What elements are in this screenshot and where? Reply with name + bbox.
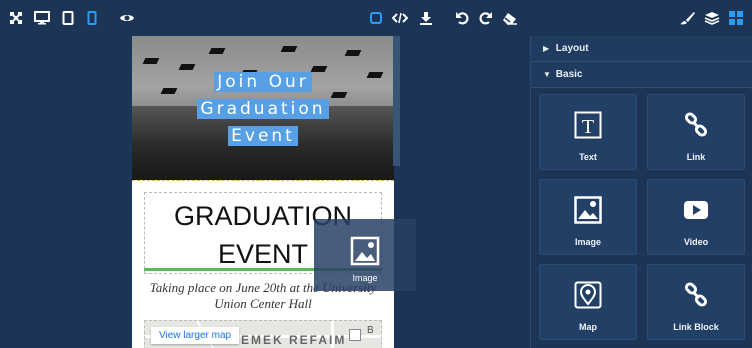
hero-title-line-2: Graduation (197, 99, 329, 119)
map-edge-letter: B (367, 325, 374, 336)
block-text[interactable]: T Text (539, 94, 637, 170)
top-toolbar (0, 0, 752, 36)
category-layout-label: Layout (555, 43, 589, 54)
preview-eye-icon[interactable] (117, 8, 137, 28)
code-icon[interactable] (390, 8, 410, 28)
map-pin-icon (573, 280, 603, 310)
image-icon (350, 236, 380, 271)
block-link-label: Link (686, 152, 706, 162)
hero-title[interactable]: Join Our Graduation Event (192, 69, 334, 150)
page-frame[interactable]: Join Our Graduation Event GRADUATION EVE… (132, 36, 394, 348)
svg-text:T: T (582, 116, 594, 138)
map-square-marker (349, 329, 361, 341)
event-description-line-2: Union Center Hall (214, 296, 312, 311)
block-map-label: Map (579, 322, 597, 332)
download-icon[interactable] (416, 8, 436, 28)
blocks-panel: ▶ Layout ▼ Basic T Text Link Image Video… (530, 36, 752, 348)
tablet-icon[interactable] (58, 8, 78, 28)
block-map[interactable]: Map (539, 264, 637, 340)
map-place-name: EMEK REFAIM (241, 333, 347, 347)
mobile-icon[interactable] (82, 8, 102, 28)
video-icon (681, 195, 711, 225)
category-basic-label: Basic (555, 69, 583, 80)
image-icon (573, 195, 603, 225)
block-video-label: Video (683, 237, 709, 247)
caret-right-icon: ▶ (543, 44, 550, 53)
layers-icon[interactable] (702, 8, 722, 28)
block-link-block[interactable]: Link Block (647, 264, 745, 340)
desktop-icon[interactable] (32, 8, 52, 28)
embedded-map[interactable]: View larger map EMEK REFAIM B (144, 320, 382, 348)
caret-down-icon: ▼ (543, 70, 551, 79)
hero-title-line-1: Join Our (214, 72, 312, 92)
redo-icon[interactable] (476, 8, 496, 28)
dragging-image-label: Image (352, 273, 378, 283)
block-image[interactable]: Image (539, 179, 637, 255)
undo-icon[interactable] (452, 8, 472, 28)
canvas-scrollbar[interactable] (393, 36, 400, 166)
category-basic[interactable]: ▼ Basic (531, 62, 752, 88)
eraser-icon[interactable] (500, 8, 520, 28)
dragging-image-block[interactable]: Image (314, 219, 416, 291)
block-link[interactable]: Link (647, 94, 745, 170)
style-brush-icon[interactable] (677, 8, 697, 28)
fullscreen-icon[interactable] (6, 8, 26, 28)
block-link-block-label: Link Block (673, 322, 719, 332)
text-icon: T (573, 110, 603, 140)
block-text-label: Text (579, 152, 597, 162)
link-icon (681, 110, 711, 140)
link-block-icon (681, 280, 711, 310)
editor-canvas[interactable]: Join Our Graduation Event GRADUATION EVE… (0, 36, 530, 348)
component-outline-icon[interactable] (366, 8, 386, 28)
hero-image-section[interactable]: Join Our Graduation Event (132, 36, 394, 180)
blocks-grid-icon[interactable] (726, 8, 746, 28)
section-divider (132, 180, 394, 181)
view-larger-map-link[interactable]: View larger map (151, 327, 240, 344)
hero-title-line-3: Event (228, 126, 298, 146)
block-video[interactable]: Video (647, 179, 745, 255)
category-layout[interactable]: ▶ Layout (531, 36, 752, 62)
block-image-label: Image (574, 237, 601, 247)
